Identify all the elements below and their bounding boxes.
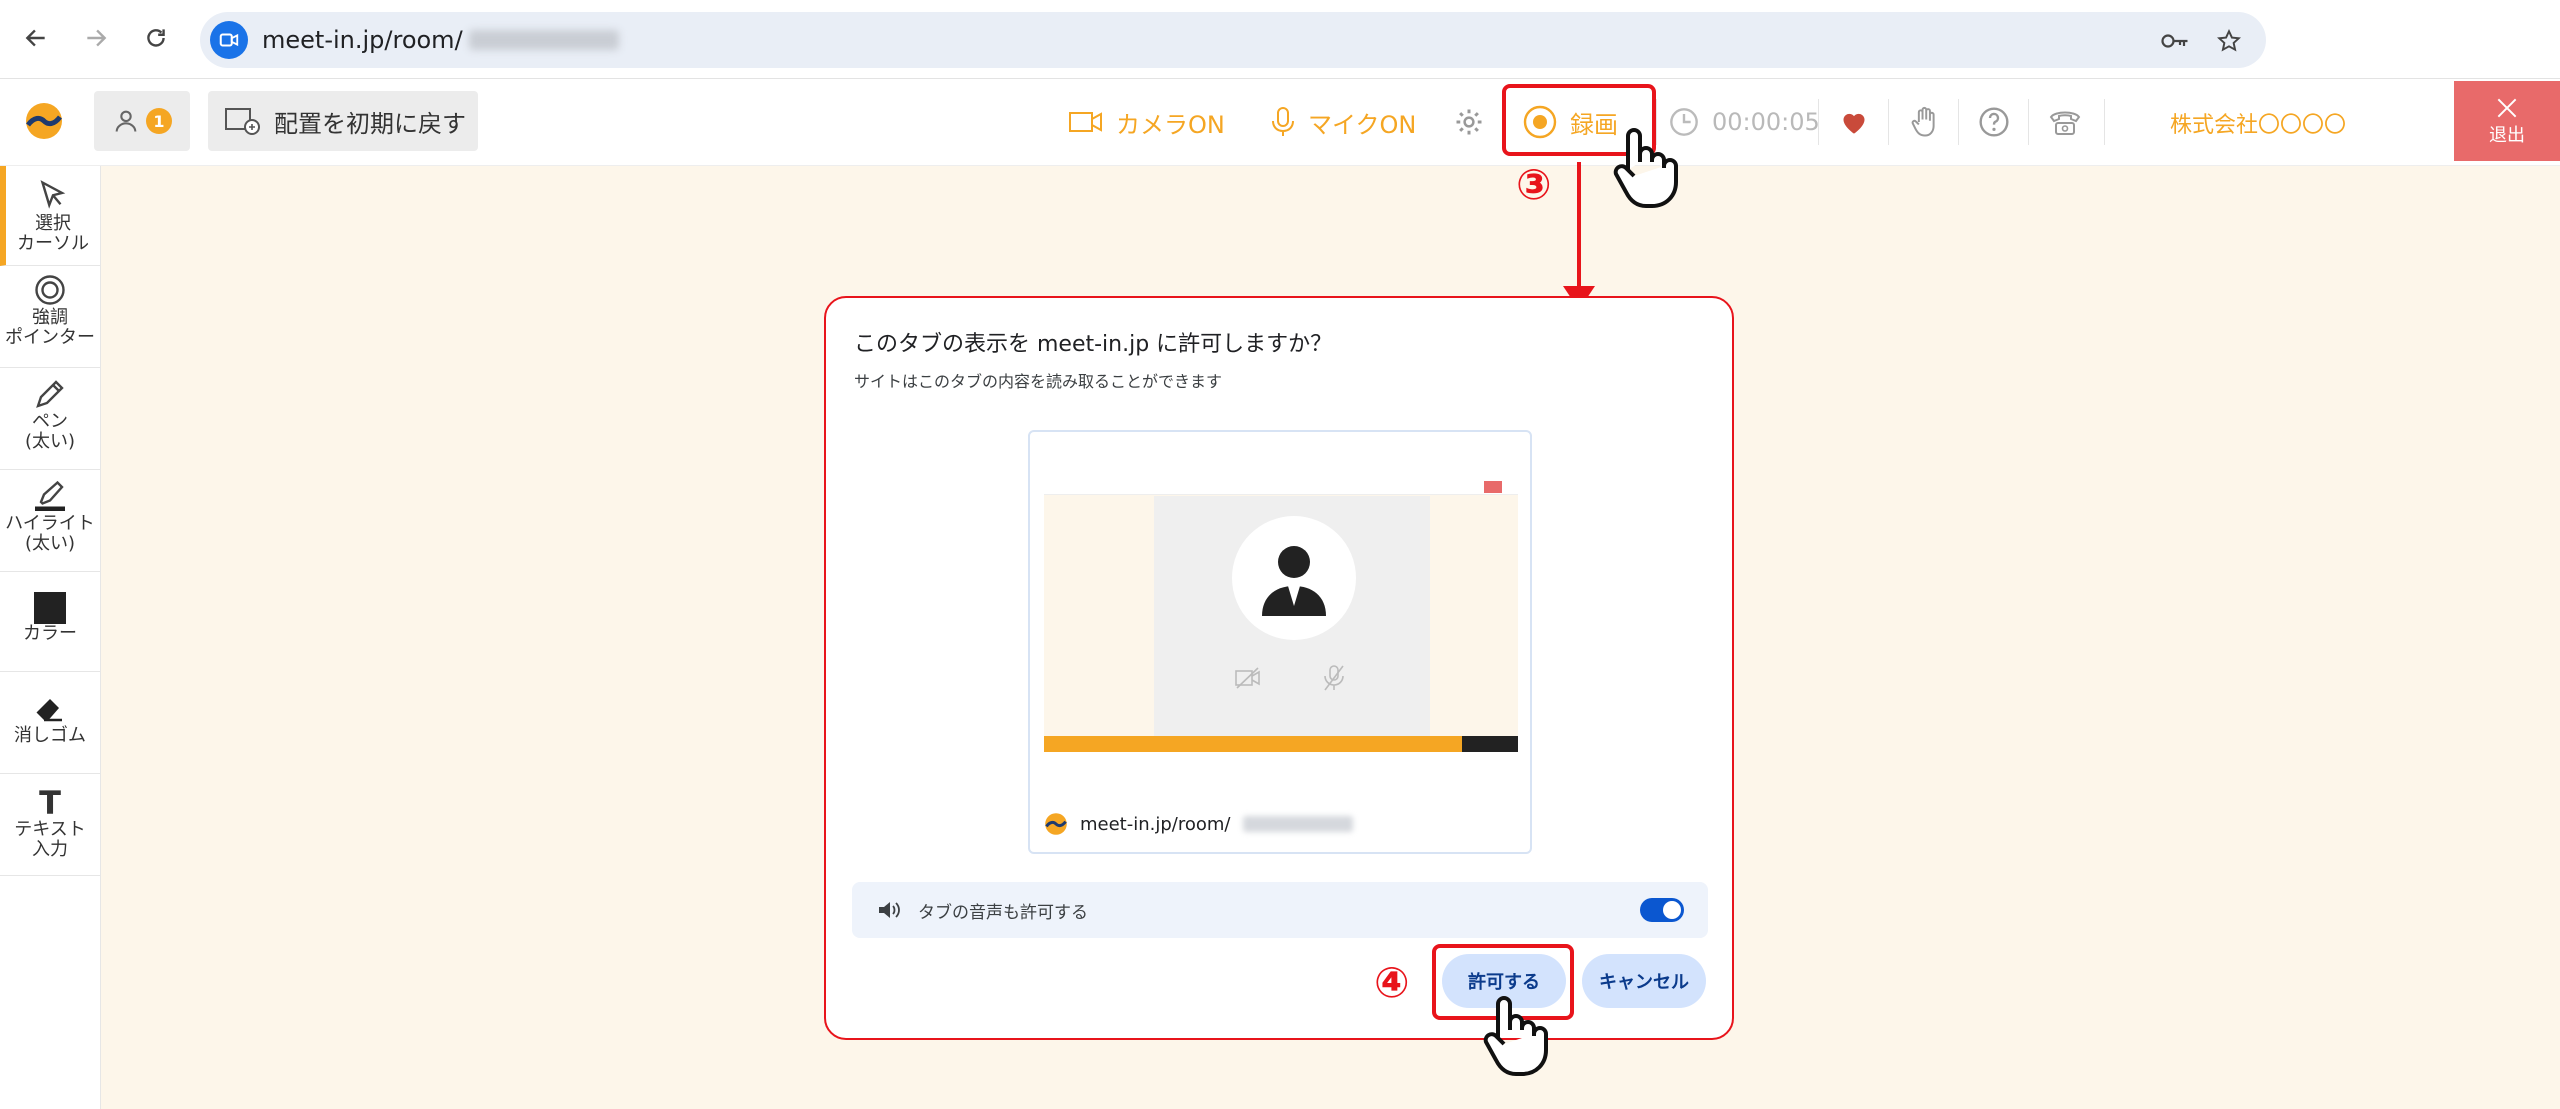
timer-text: 00:00:05 <box>1712 108 1820 136</box>
back-button[interactable] <box>18 20 54 56</box>
cancel-button[interactable]: キャンセル <box>1582 954 1706 1008</box>
camera-toggle-button[interactable]: カメラON <box>1068 97 1225 147</box>
tool-label: カラー <box>23 623 77 644</box>
heart-icon <box>1843 113 1865 134</box>
arrow-right-icon <box>87 29 107 47</box>
dialog-subtitle: サイトはこのタブの内容を読み取ることができます <box>854 372 1223 391</box>
tool-select-cursor[interactable]: 選択 カーソル <box>0 166 100 266</box>
help-button[interactable] <box>1978 97 2010 147</box>
mic-label: マイクON <box>1308 110 1417 139</box>
thumbnail-bottom-dark <box>1462 736 1518 752</box>
reload-icon <box>147 29 165 47</box>
timer-display: 00:00:05 <box>1668 97 1820 147</box>
toolbar-divider <box>2028 99 2029 145</box>
microphone-icon <box>1272 107 1294 136</box>
mic-toggle-button[interactable]: マイクON <box>1270 97 1416 147</box>
hand-pointer-icon <box>1483 996 1548 1076</box>
arrow-left-icon <box>25 29 45 47</box>
camera-icon <box>1069 112 1102 132</box>
person-icon <box>115 110 137 132</box>
share-audio-row[interactable]: タブの音声も許可する <box>852 882 1708 938</box>
tool-color[interactable]: カラー <box>0 572 100 672</box>
drawing-tools-panel: 選択 カーソル 強調 ポインター ペン (太い) ハイライト (太い) カラー … <box>0 166 101 1109</box>
reset-layout-button[interactable]: 配置を初期に戻す <box>208 91 478 151</box>
exit-label: 退出 <box>2489 125 2525 146</box>
address-bar[interactable]: meet-in.jp/room/ <box>200 12 2266 68</box>
like-button[interactable] <box>1840 97 1868 147</box>
eraser-icon <box>36 699 62 722</box>
color-icon <box>34 592 66 624</box>
tool-label: ハイライト (太い) <box>5 513 95 554</box>
tool-label: 消しゴム <box>14 725 86 746</box>
raise-hand-button[interactable] <box>1910 97 1940 147</box>
share-audio-toggle[interactable] <box>1640 898 1684 922</box>
browser-toolbar: meet-in.jp/room/ <box>0 0 2560 79</box>
thumbnail-toolbar <box>1044 480 1518 495</box>
hand-icon <box>1911 106 1935 137</box>
star-icon[interactable] <box>2214 26 2244 56</box>
avatar <box>1232 516 1356 640</box>
help-icon <box>1979 107 2009 137</box>
toolbar-divider <box>2104 99 2105 145</box>
toolbar-divider <box>1958 99 1959 145</box>
camera-label: カメラON <box>1116 110 1225 139</box>
exit-button[interactable]: 退出 <box>2454 81 2560 161</box>
forward-button[interactable] <box>78 20 114 56</box>
company-name: 株式会社〇〇〇〇 <box>2170 113 2347 138</box>
thumbnail-exit <box>1484 481 1502 493</box>
preview-source: meet-in.jp/room/ <box>1044 812 1353 836</box>
tab-preview: meet-in.jp/room/ <box>1028 430 1532 854</box>
tool-highlighter[interactable]: ハイライト (太い) <box>0 470 100 572</box>
tool-label: ペン (太い) <box>24 411 76 452</box>
tool-label: 強調 ポインター <box>5 307 95 348</box>
gear-icon <box>1456 109 1482 135</box>
speaker-icon <box>879 902 900 918</box>
share-audio-label: タブの音声も許可する <box>918 903 1088 923</box>
annotation-arrow <box>1577 162 1581 290</box>
reset-layout-label: 配置を初期に戻す <box>274 109 466 138</box>
thumbnail-bottom-bar <box>1044 736 1518 752</box>
tool-eraser[interactable]: 消しゴム <box>0 672 100 774</box>
key-icon[interactable] <box>2160 26 2190 56</box>
dialog-title: このタブの表示を meet-in.jp に許可しますか？ <box>854 332 1333 357</box>
url-text: meet-in.jp/room/ <box>262 26 619 54</box>
hand-pointer-icon <box>1613 128 1678 208</box>
tool-pen[interactable]: ペン (太い) <box>0 368 100 470</box>
step-4-label: ④ <box>1374 958 1410 1007</box>
text-icon: T <box>39 784 61 822</box>
highlighter-icon <box>35 480 65 511</box>
pointer-icon <box>35 275 65 305</box>
pen-icon <box>36 380 64 408</box>
person-silhouette-icon <box>1262 546 1326 616</box>
toggle-knob <box>1663 901 1681 919</box>
close-icon <box>2497 98 2517 118</box>
reset-layout-icon <box>225 108 260 135</box>
tool-text[interactable]: T テキスト 入力 <box>0 774 100 876</box>
tool-label: 選択 カーソル <box>17 213 89 254</box>
meetin-logo-icon <box>1045 813 1067 835</box>
toolbar-divider <box>1888 99 1889 145</box>
participants-button[interactable]: 1 <box>94 91 190 151</box>
tool-pointer[interactable]: 強調 ポインター <box>0 266 100 368</box>
phone-button[interactable] <box>2048 97 2082 147</box>
settings-button[interactable] <box>1454 97 1484 147</box>
toolbar-divider <box>1818 99 1819 145</box>
preview-url-text: meet-in.jp/room/ <box>1080 813 1231 835</box>
app-toolbar: 1 配置を初期に戻す カメラON マイクON 録画 00:00:05 株式会社〇… <box>0 79 2560 166</box>
phone-icon <box>2049 111 2081 135</box>
reload-button[interactable] <box>138 20 174 56</box>
site-video-icon <box>210 21 248 59</box>
camera-off-icon <box>1235 667 1260 689</box>
share-tab-permission-dialog: このタブの表示を meet-in.jp に許可しますか？ サイトはこのタブの内容… <box>824 296 1734 1040</box>
participant-count-badge: 1 <box>146 108 172 134</box>
thumbnail-video-area <box>1154 496 1430 736</box>
mic-off-icon <box>1324 665 1344 691</box>
tab-preview-thumbnail <box>1044 480 1518 752</box>
meetin-logo-icon <box>24 101 64 141</box>
cursor-icon <box>40 180 66 209</box>
tool-label: テキスト 入力 <box>14 819 86 860</box>
step-3-label: ③ <box>1516 160 1552 209</box>
